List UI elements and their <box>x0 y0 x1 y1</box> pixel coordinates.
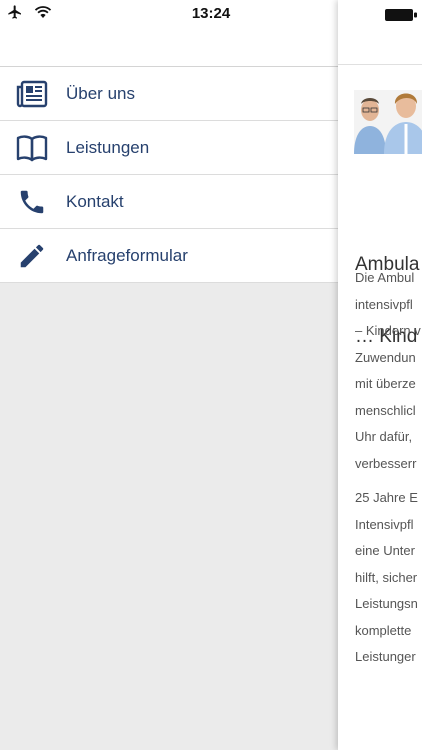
text-line: Intensivpfl <box>355 516 414 532</box>
menu-item-ueber-uns[interactable]: Über uns <box>0 67 338 121</box>
text-line: mit überze <box>355 376 416 391</box>
menu-item-anfrageformular[interactable]: Anfrageformular <box>0 229 338 283</box>
text-line: Leistunger <box>355 649 416 664</box>
main-content-panel[interactable]: Ambula … Kind Die Ambul intensivpfl – Ki… <box>338 0 422 750</box>
status-left <box>6 4 52 25</box>
newspaper-icon <box>16 78 48 110</box>
text-line: komplette <box>355 622 412 638</box>
text-line: 25 Jahre E <box>355 490 418 505</box>
menu-item-label: Anfrageformular <box>66 245 188 265</box>
text-line: menschlicl <box>355 402 416 418</box>
text-line: Uhr dafür, <box>355 429 413 444</box>
text-line: eine Unter <box>355 543 415 558</box>
text-line: hilft, sicher <box>355 569 418 585</box>
menu-item-label: Über uns <box>66 83 135 103</box>
text-line: intensivpfl <box>355 296 413 312</box>
team-photo <box>354 90 422 154</box>
battery-icon <box>384 8 418 27</box>
text-line: Zuwendun <box>355 349 416 365</box>
experience-paragraph: 25 Jahre E Intensivpfl eine Unter hilft,… <box>355 485 422 671</box>
text-line: Leistungsn <box>355 596 418 611</box>
side-drawer: Über uns Leistungen Kontakt Anfrageformu… <box>0 0 338 750</box>
intro-paragraph: Die Ambul intensivpfl – Kindern v Zuwend… <box>355 265 422 477</box>
phone-icon <box>16 186 48 218</box>
screen: Über uns Leistungen Kontakt Anfrageformu… <box>0 0 422 750</box>
text-line: verbesserr <box>355 455 417 471</box>
menu-item-label: Kontakt <box>66 191 124 211</box>
menu-item-kontakt[interactable]: Kontakt <box>0 175 338 229</box>
wifi-icon <box>34 5 52 24</box>
book-icon <box>16 132 48 164</box>
text-line: – Kindern v <box>355 323 421 338</box>
menu-item-leistungen[interactable]: Leistungen <box>0 121 338 175</box>
airplane-mode-icon <box>6 4 24 25</box>
menu-item-label: Leistungen <box>66 137 150 157</box>
pencil-icon <box>16 240 48 272</box>
drawer-menu: Über uns Leistungen Kontakt Anfrageformu… <box>0 67 338 283</box>
text-line: Die Ambul <box>355 270 415 285</box>
